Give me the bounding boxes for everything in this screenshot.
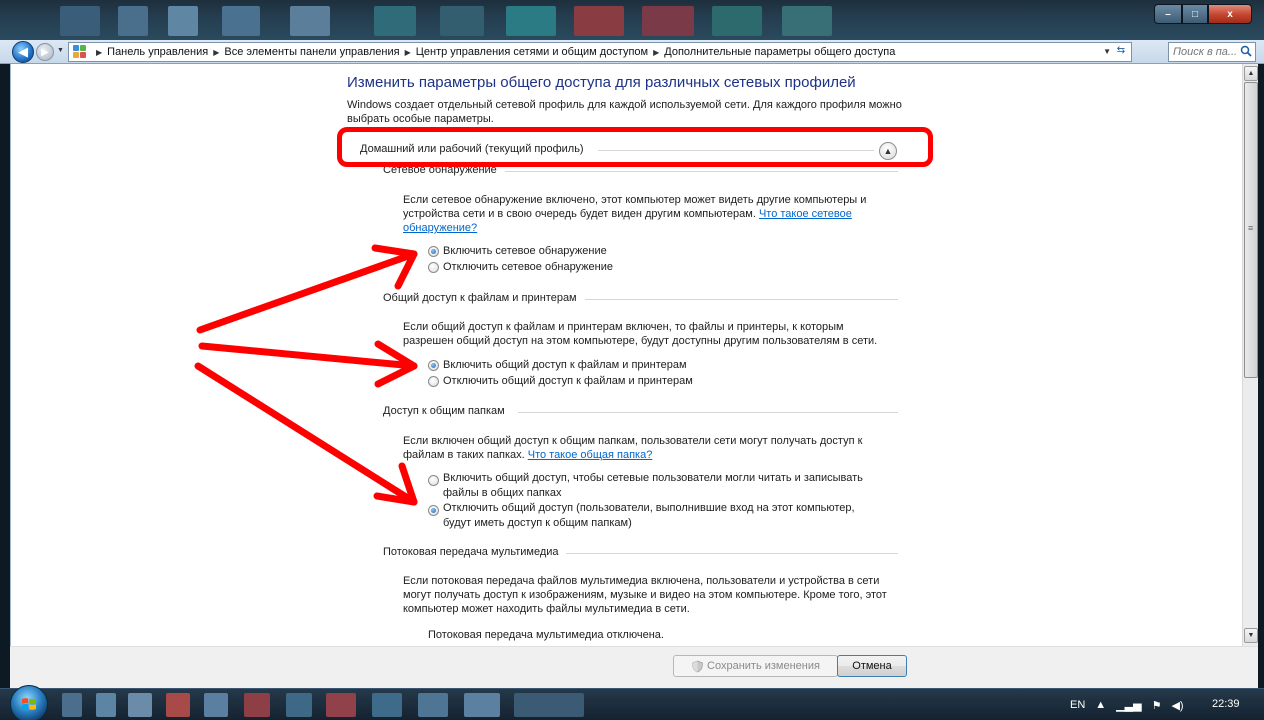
address-bar[interactable]: ▶ Панель управления ▶ Все элементы панел… [68, 42, 1132, 62]
network-signal-icon[interactable]: ▁▃▅ [1116, 699, 1141, 712]
section-title-media: Потоковая передача мультимедиа [383, 546, 559, 558]
arrow-left-icon: ◀ [18, 44, 28, 59]
taskbar-thumbnail [374, 6, 416, 36]
arrow-right-icon: ▶ [41, 46, 49, 58]
annotation-highlight-box [337, 127, 933, 167]
breadcrumb-all-items[interactable]: Все элементы панели управления [224, 46, 399, 58]
taskbar-app-icon[interactable] [514, 693, 584, 717]
breadcrumb-separator: ▶ [96, 47, 103, 57]
button-bar: Сохранить изменения Отмена [10, 646, 1258, 688]
window-controls: – □ x [1154, 4, 1252, 26]
taskbar-thumbnail [168, 6, 198, 36]
recent-pages-dropdown[interactable]: ▼ [57, 47, 64, 54]
divider [505, 171, 898, 172]
divider [566, 553, 898, 554]
taskbar-app-icon[interactable] [128, 693, 152, 717]
radio-public-folders-on[interactable] [428, 475, 439, 486]
taskbar-thumbnail [642, 6, 694, 36]
radio-file-sharing-off[interactable] [428, 376, 439, 387]
radio-label-discovery-on[interactable]: Включить сетевое обнаружение [443, 245, 607, 257]
radio-label-file-sharing-off[interactable]: Отключить общий доступ к файлам и принте… [443, 375, 693, 387]
chevron-down-icon[interactable]: ▼ [1103, 47, 1111, 56]
taskbar-thumbnail [290, 6, 330, 36]
close-button[interactable]: x [1208, 4, 1252, 24]
windows-logo-icon [22, 698, 36, 710]
radio-label-public-folders-off[interactable]: Отключить общий доступ (пользователи, вы… [443, 501, 883, 531]
save-changes-button[interactable]: Сохранить изменения [673, 655, 838, 677]
taskbar: EN ▲ ▁▃▅ ⚑ ◀) 22:39 [0, 685, 1264, 720]
minimize-button[interactable]: – [1154, 4, 1182, 24]
breadcrumb-separator[interactable]: ▶ [213, 48, 219, 57]
scroll-up-button[interactable]: ▲ [1244, 66, 1258, 81]
window-titlebar[interactable]: – □ x [0, 0, 1264, 40]
taskbar-app-icon[interactable] [62, 693, 82, 717]
taskbar-app-icon[interactable] [464, 693, 500, 717]
radio-label-public-folders-on[interactable]: Включить общий доступ, чтобы сетевые пол… [443, 471, 883, 501]
search-icon[interactable] [1240, 45, 1252, 57]
scroll-down-button[interactable]: ▼ [1244, 628, 1258, 643]
language-indicator[interactable]: EN [1070, 699, 1085, 711]
section-title-file-printer: Общий доступ к файлам и принтерам [383, 292, 577, 304]
uac-shield-icon [692, 660, 703, 672]
section-desc-file-printer: Если общий доступ к файлам и принтерам в… [403, 321, 878, 347]
back-button[interactable]: ◀ [12, 41, 34, 63]
clock[interactable]: 22:39 [1212, 698, 1240, 710]
system-tray: EN ▲ ▁▃▅ ⚑ ◀) [1070, 689, 1194, 720]
page-title: Изменить параметры общего доступа для ра… [347, 74, 856, 91]
action-center-icon[interactable]: ⚑ [1152, 699, 1162, 712]
maximize-button[interactable]: □ [1182, 4, 1208, 24]
taskbar-thumbnail [782, 6, 832, 36]
taskbar-thumbnail [60, 6, 100, 36]
breadcrumb-network-center[interactable]: Центр управления сетями и общим доступом [416, 46, 648, 58]
taskbar-app-icon[interactable] [96, 693, 116, 717]
search-input[interactable] [1169, 43, 1239, 61]
section-desc-discovery: Если сетевое обнаружение включено, этот … [403, 194, 867, 234]
breadcrumb-control-panel[interactable]: Панель управления [107, 46, 208, 58]
breadcrumb-advanced-sharing[interactable]: Дополнительные параметры общего доступа [664, 46, 895, 58]
search-box [1168, 42, 1256, 62]
section-desc-public-folders: Если включен общий доступ к общим папкам… [403, 435, 863, 461]
taskbar-app-icon[interactable] [326, 693, 356, 717]
radio-public-folders-off[interactable] [428, 505, 439, 516]
taskbar-thumbnail [118, 6, 148, 36]
control-panel-icon [73, 45, 87, 59]
cancel-button[interactable]: Отмена [837, 655, 907, 677]
refresh-icon[interactable]: ⇆ [1113, 45, 1129, 59]
page-intro: Windows создает отдельный сетевой профил… [347, 99, 902, 125]
radio-label-discovery-off[interactable]: Отключить сетевое обнаружение [443, 261, 613, 273]
taskbar-app-icon[interactable] [204, 693, 228, 717]
show-hidden-icons[interactable]: ▲ [1095, 699, 1106, 711]
start-button[interactable] [10, 685, 48, 720]
taskbar-app-icon[interactable] [286, 693, 312, 717]
forward-button[interactable]: ▶ [36, 43, 54, 61]
section-title-public-folders: Доступ к общим папкам [383, 405, 505, 417]
media-status: Потоковая передача мультимедиа отключена… [428, 629, 664, 641]
radio-discovery-on[interactable] [428, 246, 439, 257]
taskbar-thumbnail [440, 6, 484, 36]
breadcrumb-separator[interactable]: ▶ [653, 48, 659, 57]
radio-label-file-sharing-on[interactable]: Включить общий доступ к файлам и принтер… [443, 359, 687, 371]
radio-file-sharing-on[interactable] [428, 360, 439, 371]
taskbar-thumbnail [574, 6, 624, 36]
radio-discovery-off[interactable] [428, 262, 439, 273]
divider [585, 299, 898, 300]
volume-icon[interactable]: ◀) [1171, 699, 1183, 712]
taskbar-app-icon[interactable] [166, 693, 190, 717]
breadcrumb-separator[interactable]: ▶ [405, 48, 411, 57]
taskbar-app-icon[interactable] [418, 693, 448, 717]
taskbar-app-icon[interactable] [372, 693, 402, 717]
taskbar-thumbnail [712, 6, 762, 36]
taskbar-thumbnail [506, 6, 556, 36]
divider [518, 412, 898, 413]
help-link-public-folders[interactable]: Что такое общая папка? [528, 449, 653, 461]
taskbar-thumbnail [222, 6, 260, 36]
scrollbar-thumb[interactable]: ≡ [1244, 82, 1258, 378]
navigation-bar: ◀ ▶ ▼ ▶ Панель управления ▶ Все элементы… [0, 40, 1264, 64]
taskbar-app-icon[interactable] [244, 693, 270, 717]
save-button-label: Сохранить изменения [707, 660, 820, 672]
vertical-scrollbar[interactable]: ▲ ≡ ▼ [1242, 64, 1258, 646]
section-desc-media: Если потоковая передача файлов мультимед… [403, 575, 887, 615]
